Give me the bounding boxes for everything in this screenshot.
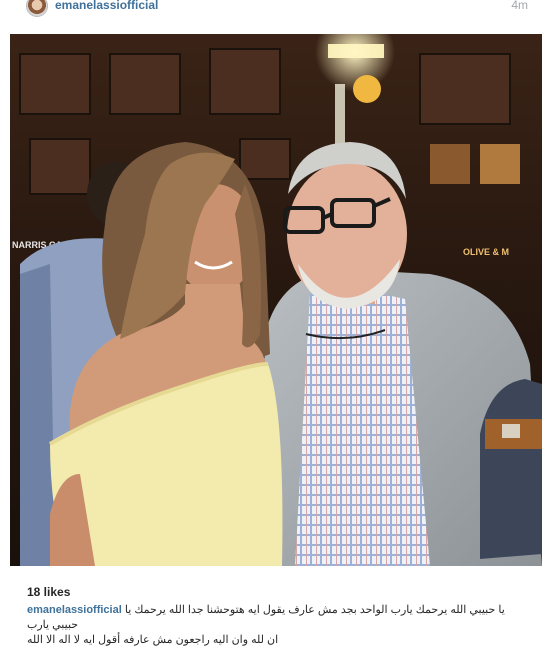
sign-right: OLIVE & M	[463, 247, 509, 257]
caption-username-link[interactable]: emanelassiofficial	[27, 604, 122, 616]
caption: emanelassiofficial يا حبيبي الله يرحمك ي…	[27, 603, 527, 648]
timestamp: 4m	[511, 0, 528, 12]
caption-text-line-2: ان لله وان اليه راجعون مش عارفه أقول ايه…	[27, 634, 279, 646]
post-header: emanelassiofficial 4m	[0, 0, 550, 26]
likes-count[interactable]: 18 likes	[27, 585, 70, 599]
username-link[interactable]: emanelassiofficial	[55, 0, 158, 12]
post-photo[interactable]: NARRIS CAFE OLIVE & M	[10, 34, 542, 566]
avatar[interactable]	[26, 0, 48, 17]
